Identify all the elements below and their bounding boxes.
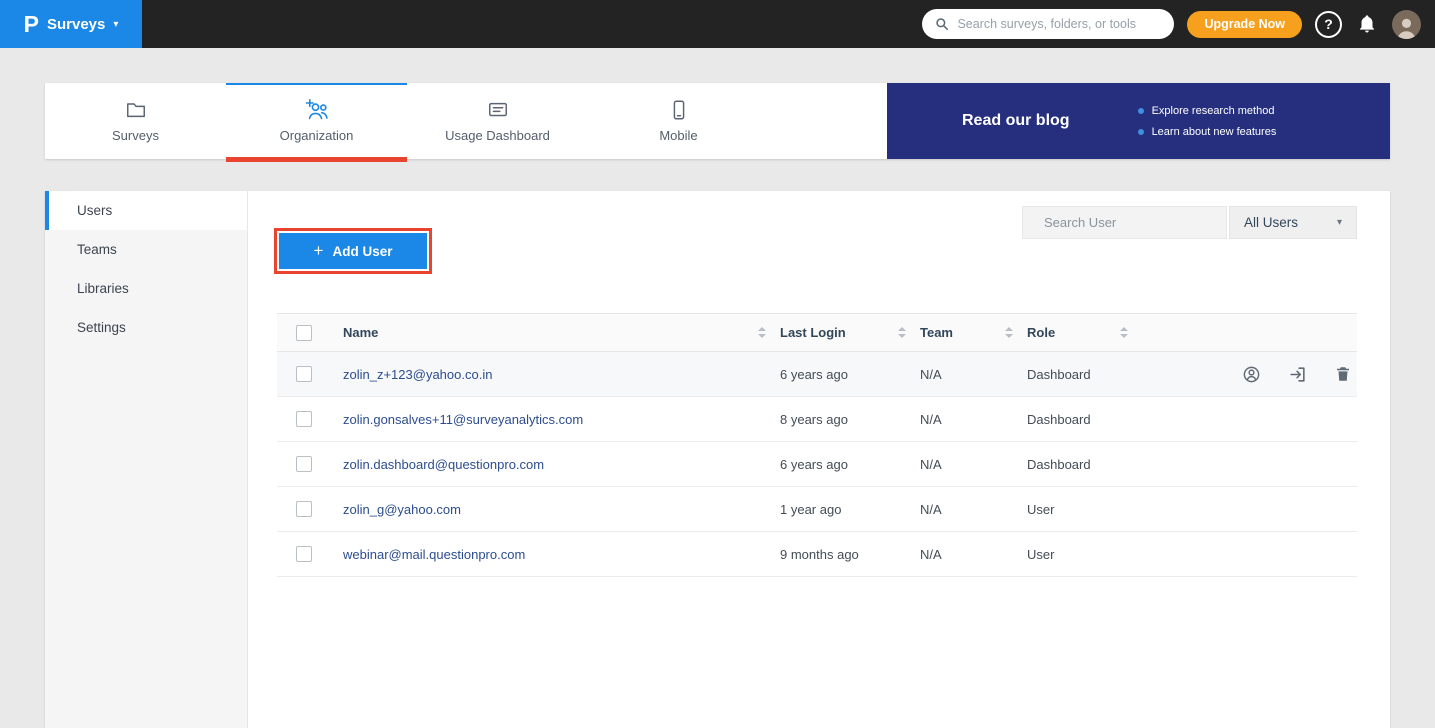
add-user-annotation-box: + Add User [274,228,432,274]
sidebar-item-teams[interactable]: Teams [45,230,247,269]
user-avatar[interactable] [1392,10,1421,39]
tab-label: Usage Dashboard [445,128,550,143]
help-button[interactable]: ? [1315,11,1342,38]
team-value: N/A [920,502,942,517]
tab-surveys[interactable]: Surveys [45,83,226,159]
filter-value: All Users [1244,215,1298,230]
search-user-input[interactable] [1044,215,1220,230]
column-header-name: Name [343,325,378,340]
folder-icon [125,99,147,121]
column-header-team: Team [920,325,953,340]
organization-sidebar: Users Teams Libraries Settings [45,191,248,728]
blog-bullet: Explore research method [1138,105,1277,117]
user-email-link[interactable]: zolin.gonsalves+11@surveyanalytics.com [343,412,583,427]
column-header-last-login: Last Login [780,325,846,340]
blog-banner-title: Read our blog [962,112,1070,130]
table-row: zolin.dashboard@questionpro.com 6 years … [277,442,1357,487]
table-row: zolin.gonsalves+11@surveyanalytics.com 8… [277,397,1357,442]
user-email-link[interactable]: zolin.dashboard@questionpro.com [343,457,544,472]
tab-label: Surveys [112,128,159,143]
upgrade-now-button[interactable]: Upgrade Now [1187,11,1302,38]
role-value: Dashboard [1027,457,1091,472]
last-login-value: 1 year ago [780,502,841,517]
blog-bullet: Learn about new features [1138,126,1277,138]
search-user-box [1022,206,1227,239]
add-users-icon [304,99,330,121]
sidebar-item-users[interactable]: Users [45,191,247,230]
team-value: N/A [920,412,942,427]
questionpro-logo-icon: P [24,13,39,36]
sort-last-login-icon[interactable] [898,327,906,338]
avatar-silhouette-icon [1394,14,1419,39]
blog-banner[interactable]: Read our blog Explore research method Le… [887,83,1390,159]
users-table: Name Last Login Team Role [277,313,1357,577]
chevron-down-icon: ▾ [113,19,118,30]
role-value: Dashboard [1027,412,1091,427]
dashboard-icon [487,99,509,121]
row-checkbox[interactable] [296,411,312,427]
delete-user-icon[interactable] [1333,364,1353,384]
select-all-checkbox[interactable] [296,325,312,341]
sort-team-icon[interactable] [1005,327,1013,338]
product-switcher[interactable]: P Surveys ▾ [0,0,142,48]
users-content: All Users ▾ + Add User Name Last Login [248,191,1390,728]
topbar-right: Upgrade Now ? [922,9,1435,39]
team-value: N/A [920,367,942,382]
sort-role-icon[interactable] [1120,327,1128,338]
tab-usage-dashboard[interactable]: Usage Dashboard [407,83,588,159]
last-login-value: 6 years ago [780,457,848,472]
role-value: User [1027,547,1054,562]
user-email-link[interactable]: webinar@mail.questionpro.com [343,547,525,562]
user-email-link[interactable]: zolin_z+123@yahoo.co.in [343,367,492,382]
tab-label: Mobile [659,128,697,143]
table-row: zolin_z+123@yahoo.co.in 6 years ago N/A … [277,352,1357,397]
sidebar-item-settings[interactable]: Settings [45,308,247,347]
notifications-button[interactable] [1355,12,1379,36]
impersonate-user-icon[interactable] [1241,364,1261,384]
mobile-phone-icon [668,99,690,121]
sidebar-item-libraries[interactable]: Libraries [45,269,247,308]
section-tabs: Surveys Organization Usage Dashboard Mob… [45,83,1390,159]
row-checkbox[interactable] [296,501,312,517]
row-checkbox[interactable] [296,546,312,562]
user-email-link[interactable]: zolin_g@yahoo.com [343,502,461,517]
users-table-header: Name Last Login Team Role [277,313,1357,352]
tab-mobile[interactable]: Mobile [588,83,769,159]
last-login-value: 8 years ago [780,412,848,427]
row-checkbox[interactable] [296,456,312,472]
last-login-value: 9 months ago [780,547,859,562]
tab-label: Organization [280,128,354,143]
row-checkbox[interactable] [296,366,312,382]
bullet-dot-icon [1138,129,1144,135]
sort-name-icon[interactable] [758,327,766,338]
bullet-dot-icon [1138,108,1144,114]
role-value: User [1027,502,1054,517]
global-search-input[interactable] [957,17,1161,31]
table-row: webinar@mail.questionpro.com 9 months ag… [277,532,1357,577]
organization-panel: Users Teams Libraries Settings All Users… [45,191,1390,728]
question-icon: ? [1324,16,1333,32]
bell-icon [1357,14,1377,34]
add-user-button[interactable]: + Add User [279,233,427,269]
plus-icon: + [314,241,324,261]
chevron-down-icon: ▾ [1337,217,1342,228]
team-value: N/A [920,547,942,562]
product-name-label: Surveys [47,16,105,33]
user-filter-dropdown[interactable]: All Users ▾ [1229,206,1357,239]
users-toolbar: All Users ▾ [1022,206,1357,239]
table-row: zolin_g@yahoo.com 1 year ago N/A User [277,487,1357,532]
tab-organization[interactable]: Organization [226,83,407,159]
login-as-user-icon[interactable] [1287,364,1307,384]
search-icon [935,17,949,31]
topbar: P Surveys ▾ Upgrade Now ? [0,0,1435,48]
global-search [922,9,1174,39]
role-value: Dashboard [1027,367,1091,382]
column-header-role: Role [1027,325,1055,340]
blog-banner-bullets: Explore research method Learn about new … [1138,105,1277,138]
team-value: N/A [920,457,942,472]
last-login-value: 6 years ago [780,367,848,382]
